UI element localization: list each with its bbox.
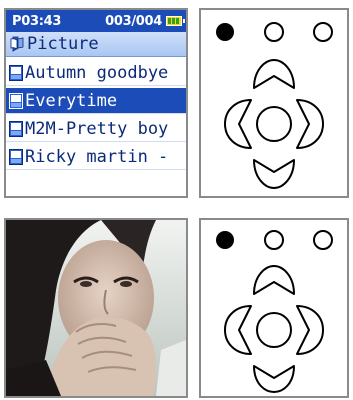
file-list: Autumn goodbye Everytime M2M-Pretty boy [6,60,186,170]
up-button[interactable] [251,264,297,296]
photo-woman-image [4,218,188,398]
status-bar: P03:43 003/004 [6,10,186,32]
photo-illustration [6,220,186,396]
file-item[interactable]: Autumn goodbye [6,60,186,86]
control-pad-top [199,8,349,198]
folder-bar[interactable]: Picture [6,32,186,57]
right-button[interactable] [295,98,325,150]
battery-icon [166,16,185,26]
folder-title: Picture [27,34,99,54]
down-button[interactable] [251,364,297,396]
file-item[interactable]: M2M-Pretty boy [6,116,186,142]
file-name: Autumn goodbye [25,62,169,83]
down-button[interactable] [251,158,297,190]
control-pad-bottom [199,218,349,398]
indicator [313,22,333,42]
left-button[interactable] [223,98,253,150]
file-name: Ricky martin - [25,146,169,167]
right-button[interactable] [295,304,325,356]
image-file-icon [9,92,23,109]
file-item-selected[interactable]: Everytime [6,88,186,114]
image-file-icon [9,64,23,81]
ok-button[interactable] [256,106,292,142]
indicator [313,230,333,250]
image-file-icon [9,148,23,165]
indicator [264,22,284,42]
player-screen: P03:43 003/004 Picture Autumn goodbye Ev… [4,8,188,198]
file-name: Everytime [25,90,118,111]
left-button[interactable] [223,304,253,356]
indicator-active [216,231,234,249]
file-item[interactable]: Ricky martin - [6,144,186,170]
ok-button[interactable] [256,312,292,348]
folder-icon [10,36,24,52]
indicator-active [216,23,234,41]
status-right: 003/004 [105,13,185,29]
indicator [264,230,284,250]
file-name: M2M-Pretty boy [25,118,169,139]
track-counter: 003/004 [105,13,162,29]
image-file-icon [9,120,23,137]
up-button[interactable] [251,58,297,90]
time-display: P03:43 [12,13,62,29]
